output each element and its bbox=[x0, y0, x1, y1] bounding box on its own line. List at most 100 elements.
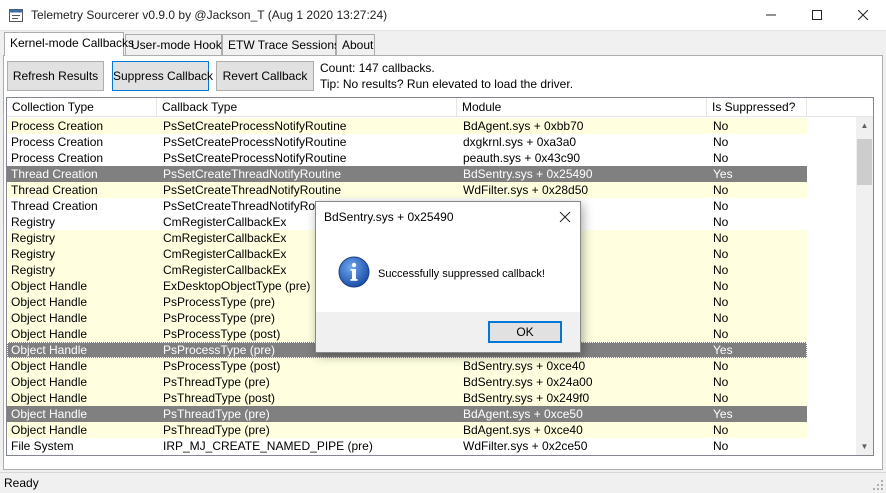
close-button[interactable] bbox=[840, 0, 886, 31]
table-row[interactable]: Process Creation PsSetCreateProcessNotify… bbox=[7, 150, 807, 166]
is-suppressed-cell: Yes bbox=[713, 343, 733, 357]
is-suppressed-cell: No bbox=[713, 231, 729, 245]
is-suppressed-cell: No bbox=[713, 151, 729, 165]
resize-grip-icon[interactable] bbox=[872, 479, 884, 491]
collection-type-cell: Object Handle bbox=[11, 327, 88, 341]
dialog-close-icon[interactable] bbox=[556, 208, 574, 226]
close-icon bbox=[857, 9, 869, 21]
column-header-is-suppressed[interactable]: Is Suppressed? bbox=[707, 98, 807, 117]
scroll-down-icon[interactable]: ▼ bbox=[856, 438, 873, 455]
is-suppressed-cell: No bbox=[713, 199, 729, 213]
collection-type-cell: Thread Creation bbox=[11, 183, 98, 197]
callback-type-cell: PsSetCreateProcessNotifyRoutine bbox=[163, 151, 347, 165]
collection-type-cell: Thread Creation bbox=[11, 199, 98, 213]
is-suppressed-cell: No bbox=[713, 119, 729, 133]
module-cell: dxgkrnl.sys + 0xa3a0 bbox=[463, 135, 577, 149]
tab-about[interactable]: About bbox=[336, 34, 375, 55]
is-suppressed-cell: Yes bbox=[713, 407, 733, 421]
table-header: Collection Type Callback Type Module Is … bbox=[7, 98, 873, 117]
is-suppressed-cell: No bbox=[713, 247, 729, 261]
collection-type-cell: Registry bbox=[11, 215, 56, 229]
table-row[interactable]: Thread Creation PsSetCreateThreadNotifyRo… bbox=[7, 182, 807, 198]
collection-type-cell: Registry bbox=[11, 263, 56, 277]
table-row[interactable]: Object Handle PsThreadType (pre) BdAgent.s… bbox=[7, 406, 807, 422]
module-cell: BdSentry.sys + 0x24a00 bbox=[463, 375, 593, 389]
status-bar: Ready bbox=[0, 472, 886, 493]
table-row[interactable]: Process Creation PsSetCreateProcessNotify… bbox=[7, 118, 807, 134]
message-dialog: BdSentry.sys + 0x25490 Successfully supp… bbox=[315, 201, 581, 353]
module-cell: BdAgent.sys + 0xbb70 bbox=[463, 119, 584, 133]
collection-type-cell: Object Handle bbox=[11, 391, 88, 405]
callback-type-cell: PsSetCreateThreadNotifyRoutine bbox=[163, 183, 342, 197]
dialog-title: BdSentry.sys + 0x25490 bbox=[324, 210, 454, 224]
callback-type-cell: PsThreadType (pre) bbox=[163, 375, 270, 389]
collection-type-cell: Object Handle bbox=[11, 407, 88, 421]
module-cell: BdSentry.sys + 0x249f0 bbox=[463, 391, 590, 405]
callback-type-cell: PsThreadType (post) bbox=[163, 391, 276, 405]
scroll-thumb[interactable] bbox=[857, 139, 872, 185]
module-cell: BdAgent.sys + 0xce40 bbox=[463, 423, 583, 437]
window-title: Telemetry Sourcerer v0.9.0 by @Jackson_T… bbox=[31, 8, 388, 22]
callback-count: Count: 147 callbacks. bbox=[320, 61, 435, 75]
is-suppressed-cell: No bbox=[713, 327, 729, 341]
collection-type-cell: Thread Creation bbox=[11, 167, 98, 181]
table-row[interactable]: Object Handle PsProcessType (post) BdSentr… bbox=[7, 358, 807, 374]
table-row[interactable]: Object Handle PsThreadType (pre) BdSentry.… bbox=[7, 374, 807, 390]
collection-type-cell: Object Handle bbox=[11, 375, 88, 389]
refresh-results-button[interactable]: Refresh Results bbox=[7, 61, 104, 91]
is-suppressed-cell: No bbox=[713, 423, 729, 437]
is-suppressed-cell: No bbox=[713, 439, 729, 453]
dialog-body: Successfully suppressed callback! bbox=[316, 232, 580, 312]
collection-type-cell: Object Handle bbox=[11, 295, 88, 309]
scroll-up-icon[interactable]: ▲ bbox=[856, 117, 873, 134]
table-row[interactable]: Thread Creation PsSetCreateThreadNotifyRo… bbox=[7, 166, 807, 182]
module-cell: BdSentry.sys + 0xce40 bbox=[463, 359, 586, 373]
collection-type-cell: Object Handle bbox=[11, 311, 88, 325]
tip-text: Tip: No results? Run elevated to load th… bbox=[320, 77, 574, 91]
collection-type-cell: Registry bbox=[11, 231, 56, 245]
vertical-scrollbar[interactable]: ▲ ▼ bbox=[856, 117, 873, 455]
is-suppressed-cell: No bbox=[713, 183, 729, 197]
table-row[interactable]: Process Creation PsSetCreateProcessNotify… bbox=[7, 134, 807, 150]
tab-etw-trace-sessions[interactable]: ETW Trace Sessions bbox=[222, 34, 340, 55]
table-row[interactable]: File System IRP_MJ_CREATE_NAMED_PIPE (pre… bbox=[7, 438, 807, 454]
collection-type-cell: Object Handle bbox=[11, 343, 88, 357]
table-row[interactable]: Object Handle PsThreadType (pre) BdAgent.s… bbox=[7, 422, 807, 438]
callback-type-cell: PsSetCreateProcessNotifyRoutine bbox=[163, 119, 347, 133]
is-suppressed-cell: No bbox=[713, 359, 729, 373]
is-suppressed-cell: No bbox=[713, 375, 729, 389]
collection-type-cell: Object Handle bbox=[11, 359, 88, 373]
module-cell: BdAgent.sys + 0xce50 bbox=[463, 407, 583, 421]
dialog-title-bar: BdSentry.sys + 0x25490 bbox=[316, 202, 580, 232]
maximize-button[interactable] bbox=[794, 0, 840, 31]
collection-type-cell: Process Creation bbox=[11, 135, 104, 149]
tab-kernel-mode-callbacks[interactable]: Kernel-mode Callbacks bbox=[4, 32, 134, 56]
is-suppressed-cell: Yes bbox=[713, 167, 733, 181]
minimize-icon bbox=[766, 14, 776, 16]
status-text: Ready bbox=[4, 476, 39, 490]
info-icon bbox=[338, 256, 370, 288]
is-suppressed-cell: No bbox=[713, 135, 729, 149]
title-bar: Telemetry Sourcerer v0.9.0 by @Jackson_T… bbox=[0, 0, 886, 31]
ok-button[interactable]: OK bbox=[488, 321, 562, 343]
app-icon bbox=[9, 9, 23, 22]
revert-callback-button[interactable]: Revert Callback bbox=[216, 61, 314, 91]
column-header-callback-type[interactable]: Callback Type bbox=[157, 98, 457, 117]
collection-type-cell: File System bbox=[11, 439, 74, 453]
column-header-collection-type[interactable]: Collection Type bbox=[7, 98, 157, 117]
callback-type-cell: PsSetCreateProcessNotifyRoutine bbox=[163, 135, 347, 149]
maximize-icon bbox=[812, 10, 822, 20]
module-cell: BdSentry.sys + 0x25490 bbox=[463, 167, 593, 181]
column-header-module[interactable]: Module bbox=[457, 98, 707, 117]
is-suppressed-cell: No bbox=[713, 279, 729, 293]
suppress-callback-button[interactable]: Suppress Callback bbox=[112, 61, 213, 91]
collection-type-cell: Process Creation bbox=[11, 151, 104, 165]
is-suppressed-cell: No bbox=[713, 263, 729, 277]
is-suppressed-cell: No bbox=[713, 295, 729, 309]
callback-type-cell: PsSetCreateThreadNotifyRoutine bbox=[163, 167, 342, 181]
tab-user-mode-hooks[interactable]: User-mode Hooks bbox=[125, 34, 228, 55]
table-row[interactable]: Object Handle PsThreadType (post) BdSentry… bbox=[7, 390, 807, 406]
minimize-button[interactable] bbox=[748, 0, 794, 31]
is-suppressed-cell: No bbox=[713, 391, 729, 405]
collection-type-cell: Process Creation bbox=[11, 119, 104, 133]
